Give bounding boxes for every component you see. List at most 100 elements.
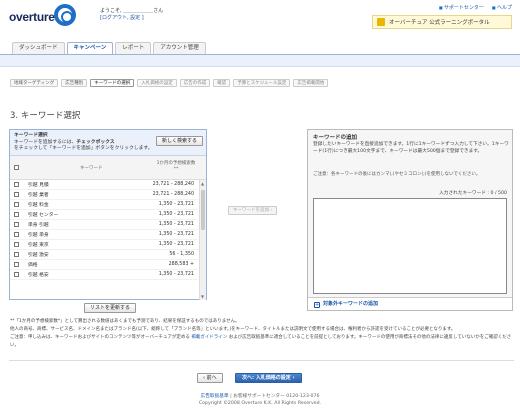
chat-bubble-icon bbox=[377, 18, 385, 26]
note-trademark: 他人の商号、商標、サービス名、ドメイン名またはブランド名(以下、総称して「ブラン… bbox=[10, 327, 456, 332]
volume-cell: 23,721 - 288,240 bbox=[152, 192, 194, 197]
volume-cell: 56 - 1,350 bbox=[169, 252, 194, 257]
keyword-checkbox[interactable] bbox=[14, 182, 19, 187]
keyword-add-panel: キーワードの追加 登録したいキーワードを直接追加できます。1行に1キーワードずつ… bbox=[307, 129, 513, 311]
section-number: 3. bbox=[10, 111, 19, 121]
keyword-table-header: キーワード 1か月の予想検索数** bbox=[10, 156, 206, 180]
keyword-textarea[interactable] bbox=[313, 198, 507, 294]
volume-cell: 1,350 - 23,721 bbox=[158, 232, 194, 237]
keyword-selection-desc-bold: チェックボックス bbox=[76, 139, 115, 145]
keyword-checkbox[interactable] bbox=[14, 212, 19, 217]
step-create-ad: 広告の作成 bbox=[179, 79, 211, 87]
step-ad-type[interactable]: 広告種別 bbox=[61, 79, 88, 87]
scroll-down-icon[interactable]: ▼ bbox=[201, 294, 205, 299]
table-row[interactable]: 引越 激安 56 - 1,350 bbox=[10, 250, 198, 260]
section-title: キーワード選択 bbox=[20, 111, 81, 121]
step-breadcrumb: 地域ターゲティング 広告種別 キーワードの選択 入札価格の設定 広告の作成 確認… bbox=[10, 79, 329, 87]
refresh-list-button[interactable]: リストを更新する bbox=[84, 303, 137, 313]
help-link[interactable]: ヘルプ bbox=[492, 4, 512, 11]
divider bbox=[9, 360, 514, 361]
expand-plus-icon: + bbox=[314, 302, 320, 308]
keyword-checkbox[interactable] bbox=[14, 252, 19, 257]
negative-keyword-toggle[interactable]: + 対象外キーワードの追加 bbox=[308, 297, 512, 310]
volume-cell: 1,350 - 23,721 bbox=[158, 202, 194, 207]
disclaimer-notes: **「1か月の予想検索数*」として算出される数値はあくまでも予測であり、結果を保… bbox=[10, 318, 515, 350]
keyword-cell: 引越 業者 bbox=[28, 193, 49, 198]
portal-label: オーバーチュア 公式ラーニングポータル bbox=[389, 20, 490, 26]
keyword-cell: 引越 激安 bbox=[28, 253, 49, 258]
ad-policy-link[interactable]: 広告取扱基準 bbox=[201, 394, 229, 399]
table-row[interactable]: 引越 単身 1,350 - 23,721 bbox=[10, 230, 198, 240]
keyword-cell: 引越 センター bbox=[28, 213, 59, 218]
keyword-cell: 価格 bbox=[28, 263, 38, 268]
welcome-block: ようこそ, ＿＿＿＿＿＿さん [ログアウト, 設定 ] bbox=[100, 8, 163, 22]
back-button[interactable]: ‹ 前へ bbox=[197, 373, 223, 383]
volume-column-header: 1か月の予想検索数** bbox=[156, 161, 196, 172]
main-tabs: ダッシュボード キャンペーン レポート アカウント管理 bbox=[12, 42, 206, 54]
keyword-cell: 単身 引越 bbox=[28, 223, 49, 228]
keyword-checkbox[interactable] bbox=[14, 242, 19, 247]
copyright: Copyright ©2008 Overture K.K. All Rights… bbox=[198, 400, 322, 406]
volume-cell: 23,721 - 288,240 bbox=[152, 182, 194, 187]
keyword-selection-header: キーワード選択 キーワードを追加するには、チェックボックス をチェックして「キー… bbox=[10, 130, 206, 156]
volume-cell: 1,350 - 23,721 bbox=[158, 222, 194, 227]
keyword-selection-desc-2: をチェックして「キーワードを追加」ボタンをクリックします。 bbox=[14, 146, 153, 151]
step-confirm: 確認 bbox=[213, 79, 231, 87]
keyword-count: 入力されたキーワード : 0 / 500 bbox=[439, 191, 507, 196]
note-guideline: ご注意：申し込みは、キーワードおよびサイトのコンテンツ等がオーバーチュアが定める… bbox=[10, 334, 515, 350]
table-row[interactable]: 引越 業者 23,721 - 288,240 bbox=[10, 190, 198, 200]
support-center-link[interactable]: サポートセンター bbox=[439, 4, 484, 11]
select-all-checkbox[interactable] bbox=[14, 165, 19, 170]
keyword-selection-title: キーワード選択 bbox=[14, 133, 48, 138]
keyword-list: 引越 見積 23,721 - 288,240 引越 業者 23,721 - 288,2… bbox=[10, 180, 198, 300]
keyword-add-title: キーワードの追加 bbox=[313, 135, 358, 141]
learning-portal-banner[interactable]: オーバーチュア 公式ラーニングポータル bbox=[372, 15, 512, 29]
next-button[interactable]: 次へ: 入札価格の設定 › bbox=[235, 373, 302, 383]
scroll-thumb[interactable] bbox=[201, 190, 205, 230]
table-row[interactable]: 引越 センター 1,350 - 23,721 bbox=[10, 210, 198, 220]
tab-account[interactable]: アカウント管理 bbox=[153, 42, 206, 54]
overture-logo-icon[interactable] bbox=[54, 4, 76, 26]
keyword-checkbox[interactable] bbox=[14, 262, 19, 267]
step-region-targeting[interactable]: 地域ターゲティング bbox=[10, 79, 59, 87]
welcome-text: ようこそ, ＿＿＿＿＿＿さん bbox=[100, 8, 164, 14]
keyword-cell: 引越 格安 bbox=[28, 273, 49, 278]
page-title: 3. キーワード選択 bbox=[10, 109, 80, 121]
keyword-cell: 引越 見積 bbox=[28, 183, 49, 188]
sub-nav-bar bbox=[0, 55, 520, 67]
keyword-checkbox[interactable] bbox=[14, 192, 19, 197]
keyword-selection-desc-1: キーワードを追加するには、 bbox=[14, 139, 77, 145]
keyword-checkbox[interactable] bbox=[14, 202, 19, 207]
keyword-checkbox[interactable] bbox=[14, 232, 19, 237]
keyword-cell: 引越 単身 bbox=[28, 233, 49, 238]
table-row[interactable]: 価格 288,583 + bbox=[10, 260, 198, 270]
keyword-cell: 引越 東京 bbox=[28, 243, 49, 248]
keyword-checkbox[interactable] bbox=[14, 272, 19, 277]
table-row[interactable]: 引越 東京 1,350 - 23,721 bbox=[10, 240, 198, 250]
scroll-up-icon[interactable]: ▲ bbox=[201, 181, 205, 186]
keyword-checkbox[interactable] bbox=[14, 222, 19, 227]
tab-dashboard[interactable]: ダッシュボード bbox=[12, 42, 65, 54]
keyword-selection-panel: キーワード選択 キーワードを追加するには、チェックボックス をチェックして「キー… bbox=[9, 129, 207, 300]
tab-report[interactable]: レポート bbox=[115, 42, 152, 54]
add-keyword-button[interactable]: キーワードを追加 › bbox=[228, 206, 278, 215]
volume-cell: 288,583 + bbox=[168, 262, 194, 267]
keyword-cell: 引越 料金 bbox=[28, 203, 49, 208]
volume-cell: 1,350 - 23,721 bbox=[158, 212, 194, 217]
table-row[interactable]: 引越 料金 1,350 - 23,721 bbox=[10, 200, 198, 210]
tab-campaign[interactable]: キャンペーン bbox=[66, 42, 114, 54]
table-row[interactable]: 引越 見積 23,721 - 288,240 bbox=[10, 180, 198, 190]
step-keyword-selection: キーワードの選択 bbox=[90, 79, 135, 87]
logo-text[interactable]: overture bbox=[9, 10, 55, 24]
keyword-add-note: ご注意：各キーワードの後にはカンマ(,)やセミコロン(;)を使用しないでください… bbox=[313, 172, 481, 177]
table-row[interactable]: 単身 引越 1,350 - 23,721 bbox=[10, 220, 198, 230]
note-estimate: **「1か月の予想検索数*」として算出される数値はあくまでも予測であり、結果を保… bbox=[10, 319, 240, 324]
guideline-link[interactable]: 掲載ガイドライン bbox=[191, 335, 227, 340]
volume-cell: 1,350 - 23,721 bbox=[158, 272, 194, 277]
keyword-list-scrollbar[interactable]: ▲ ▼ bbox=[199, 180, 206, 300]
support-phone: | お客様サポートセンター 0120-123-076 bbox=[230, 394, 320, 399]
logout-settings-links[interactable]: [ログアウト, 設定 ] bbox=[100, 15, 163, 22]
volume-cell: 1,350 - 23,721 bbox=[158, 242, 194, 247]
table-row[interactable]: 引越 格安 1,350 - 23,721 bbox=[10, 270, 198, 280]
new-search-button[interactable]: 新しく検索する bbox=[155, 136, 203, 146]
